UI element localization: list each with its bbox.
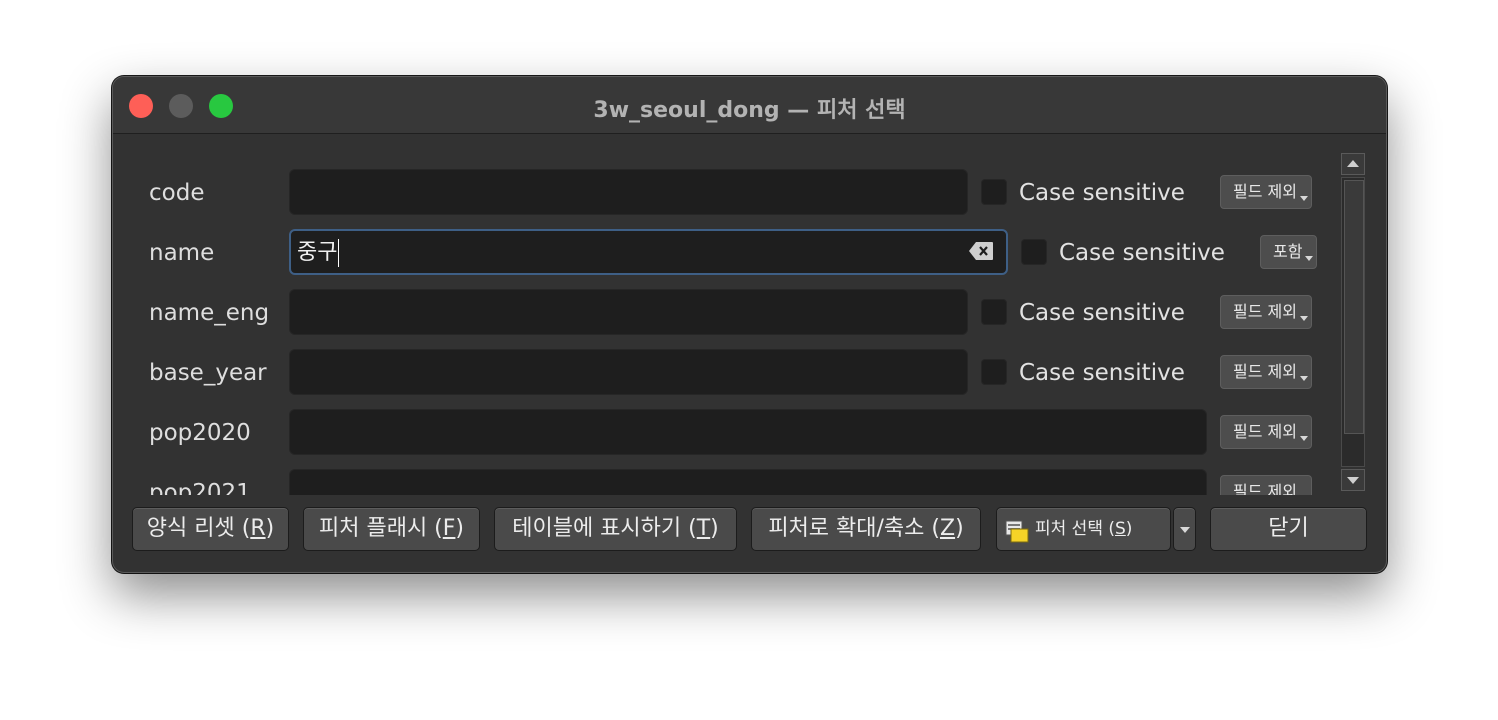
field-option-button[interactable]: 포함	[1260, 235, 1318, 269]
case-sensitive-label: Case sensitive	[1019, 300, 1185, 326]
reset-form-button[interactable]: 양식 리셋 (R)	[132, 507, 289, 551]
chevron-down-icon	[1305, 256, 1314, 261]
chevron-down-icon	[1299, 316, 1308, 321]
field-option-button[interactable]: 필드 제외	[1220, 295, 1312, 329]
field-row-code: code Case sensitive 필드 제외	[113, 169, 1386, 219]
scroll-down-button[interactable]	[1341, 469, 1365, 491]
button-label-end: )	[1125, 519, 1133, 539]
base-year-input[interactable]	[289, 349, 968, 395]
case-sensitive-checkbox[interactable]	[981, 179, 1007, 205]
flash-features-button[interactable]: 피처 플래시 (F)	[303, 507, 480, 551]
field-label: code	[149, 180, 205, 206]
field-option-label: 필드 제외	[1233, 482, 1297, 495]
name-input-value: 중구	[297, 240, 338, 265]
field-row-pop2021: pop2021 필드 제외	[113, 469, 1386, 495]
field-option-button[interactable]: 필드 제외	[1220, 355, 1312, 389]
select-features-dialog: 3w_seoul_dong — 피처 선택 code Case sensitiv…	[112, 76, 1387, 573]
field-label: name	[149, 240, 215, 266]
chevron-down-icon	[1299, 436, 1308, 441]
case-sensitive-checkbox[interactable]	[981, 359, 1007, 385]
case-sensitive-label: Case sensitive	[1019, 180, 1185, 206]
title-bar: 3w_seoul_dong — 피처 선택	[113, 77, 1386, 134]
shortcut-key: Z	[940, 516, 956, 541]
shortcut-key: T	[696, 516, 711, 541]
button-label: 테이블에 표시하기 (	[512, 516, 697, 541]
field-label: base_year	[149, 360, 267, 386]
button-label-end: )	[710, 516, 719, 541]
field-row-pop2020: pop2020 필드 제외	[113, 409, 1386, 459]
chevron-down-icon	[1347, 477, 1359, 484]
field-option-button[interactable]: 필드 제외	[1220, 475, 1312, 495]
button-label: 피처 플래시 (	[318, 516, 443, 541]
chevron-up-icon	[1347, 160, 1359, 167]
field-option-button[interactable]: 필드 제외	[1220, 415, 1312, 449]
vertical-scrollbar[interactable]	[1341, 153, 1365, 491]
field-label: name_eng	[149, 300, 270, 326]
chevron-down-icon	[1299, 196, 1308, 201]
select-features-icon	[1005, 517, 1029, 543]
field-option-label: 필드 제외	[1233, 422, 1297, 441]
window-title: 3w_seoul_dong — 피처 선택	[593, 98, 906, 123]
button-label-end: )	[265, 516, 275, 541]
field-option-label: 포함	[1273, 242, 1303, 261]
scroll-thumb[interactable]	[1344, 180, 1364, 434]
chevron-down-icon	[1299, 376, 1308, 381]
field-row-name: name 중구 Case sensitive 포함	[113, 229, 1386, 279]
button-label: 피처로 확대/축소 (	[768, 516, 940, 541]
field-option-button[interactable]: 필드 제외	[1220, 175, 1312, 209]
button-label: 양식 리셋 (	[146, 516, 251, 541]
button-label-end: )	[955, 516, 964, 541]
case-sensitive-checkbox[interactable]	[981, 299, 1007, 325]
field-option-label: 필드 제외	[1233, 302, 1297, 321]
field-label: pop2020	[149, 420, 251, 446]
button-label: 피처 선택 (	[1035, 519, 1115, 539]
select-features-button[interactable]: 피처 선택 (S)	[996, 507, 1171, 551]
text-caret	[338, 239, 340, 267]
name-input[interactable]: 중구	[289, 229, 1008, 275]
pop2021-input[interactable]	[289, 469, 1207, 495]
field-label: pop2021	[149, 480, 251, 495]
code-input[interactable]	[289, 169, 968, 215]
shortcut-key: R	[250, 516, 266, 541]
select-options-dropdown-button[interactable]	[1173, 507, 1196, 551]
field-option-label: 필드 제외	[1233, 362, 1297, 381]
case-sensitive-label: Case sensitive	[1019, 360, 1185, 386]
shortcut-key: S	[1115, 519, 1126, 539]
field-row-name-eng: name_eng Case sensitive 필드 제외	[113, 289, 1386, 339]
show-in-table-button[interactable]: 테이블에 표시하기 (T)	[494, 507, 737, 551]
shortcut-key: F	[442, 516, 456, 541]
name-eng-input[interactable]	[289, 289, 968, 335]
button-label-end: )	[455, 516, 465, 541]
zoom-to-features-button[interactable]: 피처로 확대/축소 (Z)	[751, 507, 981, 551]
scroll-up-button[interactable]	[1341, 153, 1365, 175]
pop2020-input[interactable]	[289, 409, 1207, 455]
button-bar: 양식 리셋 (R) 피처 플래시 (F) 테이블에 표시하기 (T) 피처로 확…	[113, 507, 1386, 557]
field-row-base-year: base_year Case sensitive 필드 제외	[113, 349, 1386, 399]
chevron-down-icon	[1180, 527, 1190, 533]
field-list: code Case sensitive 필드 제외 name 중구 Case s…	[113, 157, 1386, 495]
clear-icon[interactable]	[968, 241, 994, 261]
case-sensitive-checkbox[interactable]	[1021, 239, 1047, 265]
scroll-track[interactable]	[1341, 177, 1365, 467]
case-sensitive-label: Case sensitive	[1059, 240, 1225, 266]
field-option-label: 필드 제외	[1233, 182, 1297, 201]
close-button[interactable]: 닫기	[1210, 507, 1367, 551]
